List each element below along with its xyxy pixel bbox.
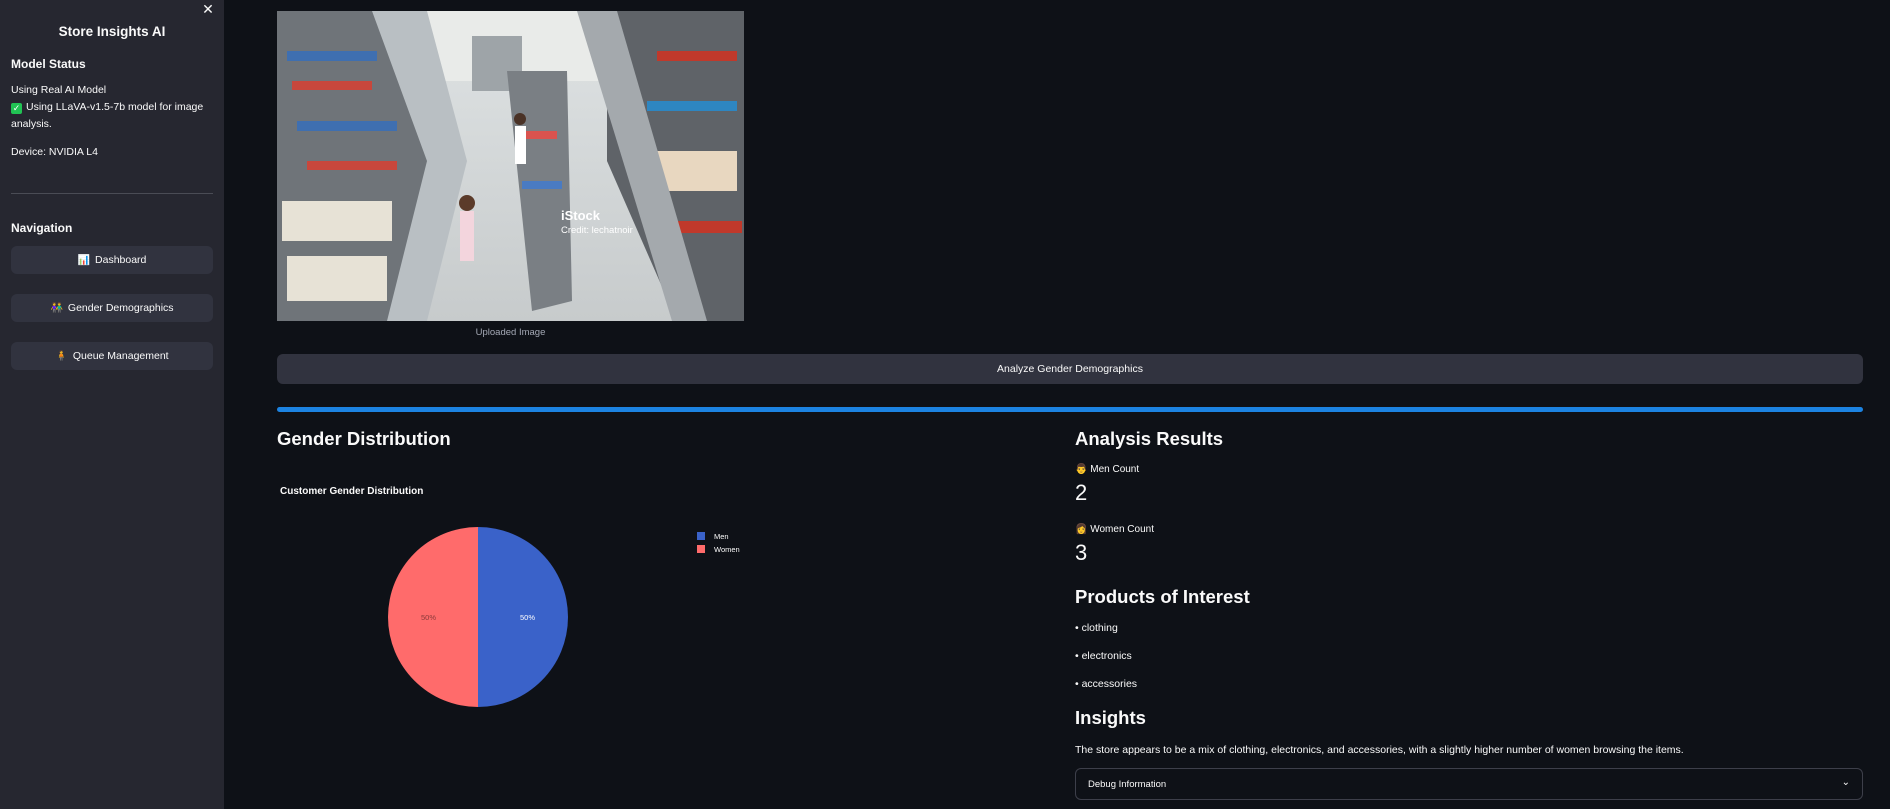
- navigation-heading: Navigation: [11, 221, 73, 235]
- debug-information-expander[interactable]: Debug Information ⌄: [1075, 768, 1863, 800]
- legend-label-women: Women: [714, 545, 740, 554]
- analysis-results-heading: Analysis Results: [1075, 428, 1224, 449]
- uploaded-image: iStock Credit: lechatnoir: [277, 11, 744, 321]
- women-count-label: 👩 Women Count: [1075, 524, 1154, 535]
- analyze-gender-demographics-button[interactable]: Analyze Gender Demographics: [277, 354, 1863, 384]
- model-info: ✓ Using LLaVA-v1.5-7b model for image ana…: [11, 99, 211, 133]
- chevron-down-icon: ⌄: [1841, 777, 1850, 788]
- watermark-credit: Credit: lechatnoir: [561, 225, 633, 236]
- model-status-heading: Model Status: [11, 57, 86, 71]
- pie-label-women: 50%: [421, 613, 436, 622]
- nav-queue-management-label: Queue Management: [72, 350, 169, 362]
- insight-text: The store appears to be a mix of clothin…: [1075, 744, 1684, 756]
- debug-label: Debug Information: [1088, 778, 1167, 790]
- gender-pie-chart: Customer Gender Distribution 50% 50% Men W…: [277, 480, 757, 730]
- sidebar-title: Store Insights AI: [58, 24, 166, 39]
- progress-bar: [277, 407, 1863, 412]
- check-icon: ✓: [11, 103, 22, 114]
- women-count-label-text: Women Count: [1090, 524, 1154, 535]
- sidebar-divider: [11, 193, 213, 194]
- nav-dashboard-button[interactable]: 📊 Dashboard: [11, 246, 213, 274]
- people-icon: 👫: [50, 302, 63, 314]
- women-count-value: 3: [1075, 540, 1088, 565]
- legend-swatch-women: [697, 545, 705, 553]
- watermark-brand: iStock: [561, 208, 601, 223]
- legend-label-men: Men: [714, 532, 729, 541]
- chart-title: Customer Gender Distribution: [280, 486, 423, 497]
- product-item: • electronics: [1075, 650, 1132, 662]
- pie-chart-svg: Customer Gender Distribution 50% 50% Men W…: [280, 486, 740, 707]
- sidebar: ✕ Store Insights AI Model Status Using R…: [0, 0, 224, 809]
- product-item: • accessories: [1075, 678, 1138, 690]
- bar-chart-icon: 📊: [77, 254, 91, 266]
- men-count-value: 2: [1075, 480, 1088, 505]
- nav-queue-management-button[interactable]: 🧍 Queue Management: [11, 342, 213, 370]
- insights-heading: Insights: [1075, 707, 1146, 728]
- legend-swatch-men: [697, 532, 705, 540]
- close-sidebar-icon[interactable]: ✕: [200, 1, 216, 17]
- nav-gender-demographics-button[interactable]: 👫 Gender Demographics: [11, 294, 213, 322]
- men-count-label-text: Men Count: [1090, 464, 1140, 475]
- store-aisle-photo: iStock Credit: lechatnoir: [277, 11, 744, 321]
- products-heading: Products of Interest: [1075, 586, 1250, 607]
- device-info: Device: NVIDIA L4: [11, 146, 98, 158]
- woman-icon: 👩: [1075, 524, 1091, 535]
- nav-dashboard-label: Dashboard: [95, 254, 147, 266]
- product-item: • clothing: [1075, 622, 1118, 634]
- model-status-line: Using Real AI Model: [11, 84, 107, 96]
- model-info-text: Using LLaVA-v1.5-7b model for image anal…: [11, 101, 204, 130]
- pie-label-men: 50%: [520, 613, 535, 622]
- image-caption: Uploaded Image: [475, 327, 546, 338]
- gender-distribution-heading: Gender Distribution: [277, 428, 451, 449]
- men-count-label: 👨 Men Count: [1075, 464, 1139, 475]
- nav-gender-demographics-label: Gender Demographics: [67, 302, 174, 314]
- person-icon: 🧍: [55, 350, 68, 362]
- man-icon: 👨: [1075, 464, 1091, 475]
